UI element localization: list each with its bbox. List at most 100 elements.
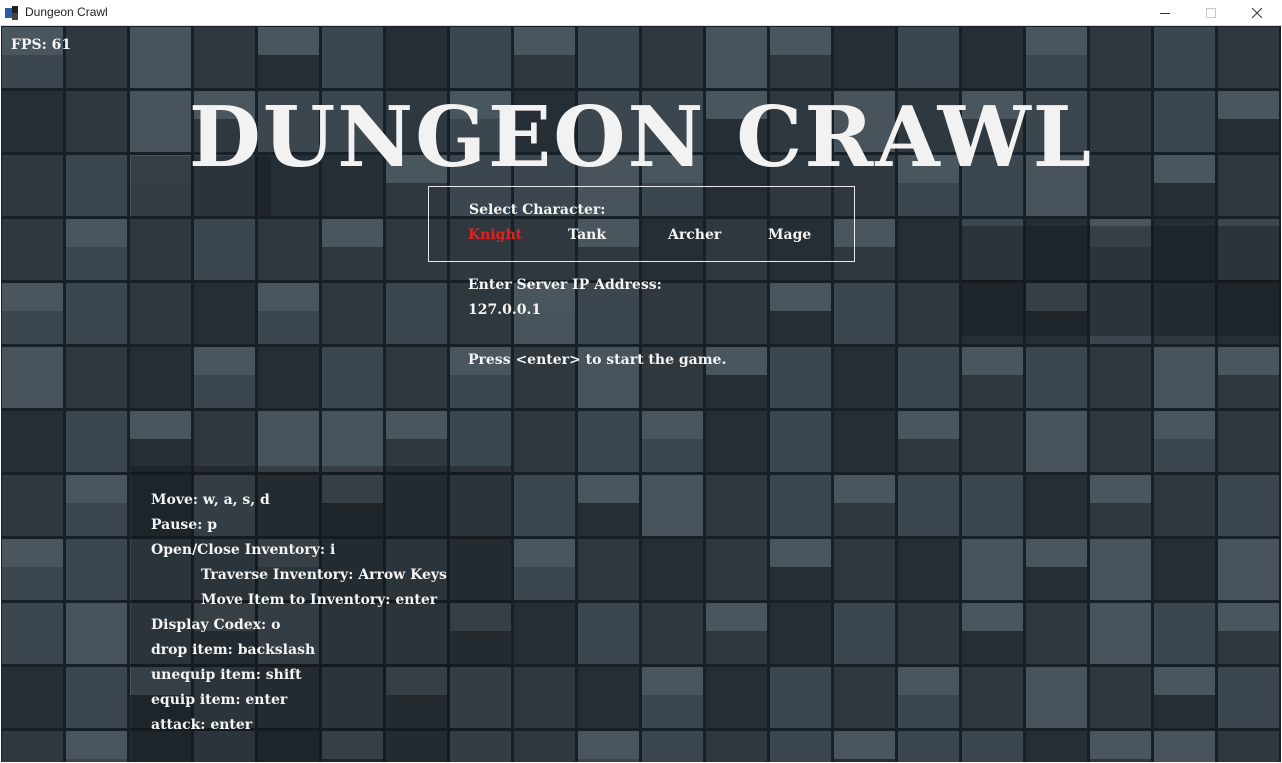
- floor-tile: [386, 27, 447, 88]
- floor-tile: [514, 475, 575, 536]
- floor-tile: [642, 27, 703, 88]
- floor-tile: [2, 667, 63, 728]
- window-title: Dungeon Crawl: [25, 5, 108, 19]
- floor-tile: [66, 603, 127, 664]
- floor-tile: [1026, 667, 1087, 728]
- wall-tile-top: [1026, 539, 1087, 567]
- floor-tile: [386, 283, 447, 344]
- wall-tile-top: [386, 411, 447, 439]
- maximize-icon: [1206, 8, 1216, 18]
- wall-tile-top: [642, 667, 703, 695]
- control-help-line: Pause: p: [151, 517, 218, 533]
- wall-tile-top: [1154, 667, 1215, 695]
- window-titlebar[interactable]: Dungeon Crawl: [0, 0, 1282, 26]
- game-viewport[interactable]: FPS: 61 DUNGEON CRAWL Select Character: …: [1, 26, 1281, 762]
- floor-tile: [962, 731, 1023, 762]
- character-option-tank[interactable]: Tank: [568, 227, 606, 243]
- control-help-line: Traverse Inventory: Arrow Keys: [201, 567, 447, 583]
- floor-tile: [194, 411, 255, 472]
- wall-tile-top: [962, 347, 1023, 375]
- floor-tile: [1218, 475, 1279, 536]
- floor-tile: [450, 27, 511, 88]
- start-hint: Press <enter> to start the game.: [468, 352, 727, 368]
- floor-tile: [1090, 27, 1151, 88]
- floor-tile: [1026, 347, 1087, 408]
- wall-tile-top: [578, 731, 639, 759]
- close-button[interactable]: [1234, 0, 1280, 26]
- character-option-knight[interactable]: Knight: [468, 227, 522, 243]
- floor-tile: [898, 603, 959, 664]
- wall-tile-top: [834, 475, 895, 503]
- wall-tile-top: [66, 219, 127, 247]
- character-select-panel: [428, 186, 855, 262]
- game-title: DUNGEON CRAWL: [188, 88, 1094, 186]
- wall-tile-top: [962, 603, 1023, 631]
- floor-tile: [66, 539, 127, 600]
- floor-tile: [578, 411, 639, 472]
- floor-tile: [130, 27, 191, 88]
- wall-tile-top: [66, 475, 127, 503]
- floor-tile: [962, 475, 1023, 536]
- select-character-label: Select Character:: [469, 202, 606, 218]
- floor-tile: [450, 411, 511, 472]
- floor-tile: [1218, 539, 1279, 600]
- floor-tile: [514, 731, 575, 762]
- floor-tile: [578, 603, 639, 664]
- floor-tile: [1154, 475, 1215, 536]
- floor-tile: [1090, 539, 1151, 600]
- floor-tile: [194, 27, 255, 88]
- floor-tile: [834, 283, 895, 344]
- floor-tile: [1026, 411, 1087, 472]
- floor-tile: [706, 731, 767, 762]
- wall-tile-top: [770, 283, 831, 311]
- wall-tile-top: [578, 475, 639, 503]
- wall-tile-top: [66, 731, 127, 759]
- floor-tile: [962, 27, 1023, 88]
- floor-tile: [1154, 603, 1215, 664]
- floor-tile: [1154, 539, 1215, 600]
- wall-tile-top: [898, 411, 959, 439]
- floor-tile: [578, 27, 639, 88]
- floor-tile: [706, 27, 767, 88]
- wall-tile-top: [514, 27, 575, 55]
- floor-tile: [258, 411, 319, 472]
- maximize-button[interactable]: [1188, 0, 1234, 26]
- floor-tile: [770, 347, 831, 408]
- floor-tile: [1090, 667, 1151, 728]
- floor-tile: [962, 539, 1023, 600]
- character-option-mage[interactable]: Mage: [768, 227, 811, 243]
- wall-tile-top: [1026, 27, 1087, 55]
- control-help-line: equip item: enter: [151, 692, 288, 708]
- floor-tile: [706, 667, 767, 728]
- floor-tile: [2, 731, 63, 762]
- wall-tile-top: [322, 219, 383, 247]
- floor-tile: [2, 603, 63, 664]
- floor-tile: [2, 347, 63, 408]
- floor-tile: [322, 347, 383, 408]
- floor-tile: [322, 27, 383, 88]
- floor-tile: [770, 731, 831, 762]
- floor-tile: [770, 667, 831, 728]
- floor-tile: [898, 475, 959, 536]
- floor-tile: [898, 283, 959, 344]
- floor-tile: [66, 667, 127, 728]
- server-ip-label: Enter Server IP Address:: [468, 277, 662, 293]
- character-option-archer[interactable]: Archer: [668, 227, 721, 243]
- floor-tile: [1026, 475, 1087, 536]
- wall-tile-top: [2, 539, 63, 567]
- wall-tile-top: [1090, 731, 1151, 759]
- floor-tile: [642, 539, 703, 600]
- control-help-line: Move Item to Inventory: enter: [201, 592, 438, 608]
- floor-tile: [898, 539, 959, 600]
- control-help-line: attack: enter: [151, 717, 253, 733]
- minimize-icon: [1160, 13, 1170, 14]
- minimize-button[interactable]: [1142, 0, 1188, 26]
- floor-tile: [706, 475, 767, 536]
- fps-counter: FPS: 61: [11, 37, 72, 53]
- floor-tile: [834, 539, 895, 600]
- floor-tile: [194, 219, 255, 280]
- floor-tile: [706, 283, 767, 344]
- floor-tile: [1090, 411, 1151, 472]
- server-ip-input[interactable]: 127.0.0.1: [468, 302, 541, 318]
- wall-tile-top: [770, 539, 831, 567]
